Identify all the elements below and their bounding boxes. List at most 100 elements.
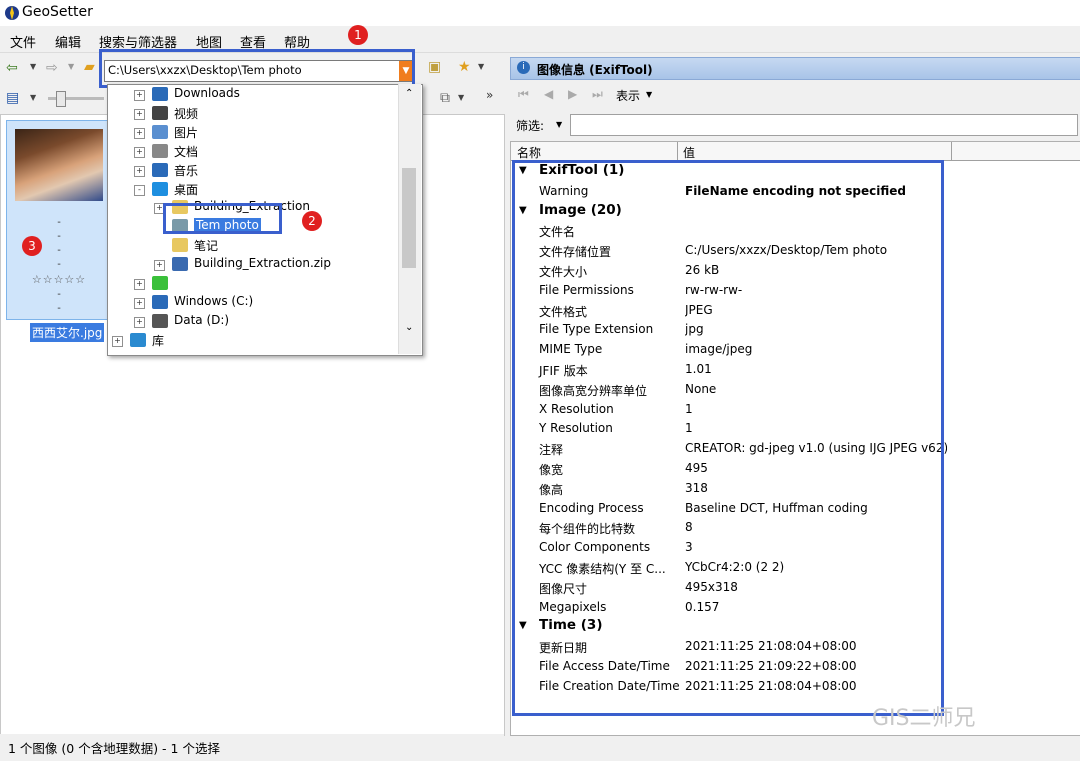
view-mode-dropdown-icon[interactable]: ▼ (30, 93, 36, 102)
thumb-info-line: - (57, 259, 61, 270)
next-record-icon[interactable]: ▶ (568, 87, 577, 101)
column-header-value[interactable]: 值 (683, 144, 695, 161)
tree-node-label: Windows (C:) (174, 293, 254, 308)
menu-edit[interactable]: 编辑 (55, 32, 81, 51)
favorite-dropdown-icon[interactable]: ▼ (478, 62, 484, 71)
tree-node-label: Data (D:) (174, 312, 230, 327)
tree-expander-icon[interactable]: + (154, 260, 165, 272)
tree-expander-icon[interactable]: + (134, 297, 145, 309)
status-text: 1 个图像 (0 个含地理数据) - 1 个选择 (8, 741, 220, 756)
tree-node[interactable]: - 桌面 (108, 180, 398, 199)
thumbnail-card[interactable]: - - - - ☆☆☆☆☆ - - (6, 120, 112, 320)
tree-node-label: 桌面 (174, 182, 199, 197)
grid-header: 名称 值 (511, 142, 1080, 161)
tree-expander-icon[interactable]: + (112, 335, 123, 347)
tree-node[interactable]: + 视频 (108, 104, 398, 123)
tree-node[interactable]: + Windows (C:) (108, 293, 398, 312)
tree-scroll-thumb[interactable] (402, 168, 416, 268)
tree-node[interactable]: + Building_Extraction.zip (108, 255, 398, 274)
menu-file[interactable]: 文件 (10, 32, 36, 51)
scroll-down-icon[interactable]: ⌄ (405, 322, 413, 333)
tree-node[interactable]: + 音乐 (108, 161, 398, 180)
folder-icon (152, 143, 168, 158)
tree-node-label: Building_Extraction.zip (194, 256, 332, 271)
more-tools-icon[interactable]: » (486, 88, 493, 102)
back-dropdown-icon[interactable]: ▼ (30, 62, 36, 71)
annotation-badge-1: 1 (348, 25, 368, 45)
thumbnail-image[interactable] (15, 129, 103, 201)
folder-icon (152, 294, 168, 309)
annotation-badge-2: 2 (302, 211, 322, 231)
tree-node[interactable]: + (108, 274, 398, 293)
tree-expander-icon[interactable]: + (134, 90, 145, 101)
watermark: GIS二师兄 (872, 706, 976, 731)
view-mode-icon[interactable]: ▤ (6, 90, 19, 106)
thumbnail-file-name[interactable]: 西西艾尔.jpg (30, 323, 105, 342)
favorite-folder-icon[interactable]: ★ (458, 59, 471, 75)
filter-input[interactable] (570, 114, 1078, 136)
tree-node[interactable]: + 库 (108, 331, 398, 350)
folder-icon (172, 238, 188, 253)
folder-icon (130, 332, 146, 347)
title-bar: GeoSetter (0, 0, 1080, 26)
window-title: GeoSetter (22, 4, 93, 20)
thumb-info-line: - (57, 289, 61, 300)
folder-icon (152, 124, 168, 139)
forward-arrow-icon[interactable]: ⇨ (46, 60, 58, 76)
tree-node[interactable]: + 文档 (108, 142, 398, 161)
rating-stars[interactable]: ☆☆☆☆☆ (7, 273, 111, 286)
tree-node-label: 图片 (174, 125, 199, 140)
tree-expander-icon[interactable]: + (134, 316, 145, 328)
app-logo-icon (5, 6, 19, 20)
filter-dropdown-icon[interactable]: ▼ (556, 120, 562, 129)
tree-node[interactable]: + 图片 (108, 123, 398, 142)
tree-node-label: 笔记 (194, 239, 219, 254)
first-record-icon[interactable]: ⏮ (518, 87, 529, 102)
status-bar: 1 个图像 (0 个含地理数据) - 1 个选择 (0, 734, 504, 761)
copy-dropdown-icon[interactable]: ▼ (458, 93, 464, 102)
tree-node[interactable]: + Data (D:) (108, 312, 398, 331)
tree-node[interactable]: + Downloads (108, 85, 398, 104)
annotation-highlight-folder (163, 203, 282, 234)
filter-label: 筛选: (516, 119, 545, 133)
folder-icon (152, 181, 168, 196)
display-dropdown-icon[interactable]: ▼ (646, 90, 652, 99)
prev-record-icon[interactable]: ◀ (544, 87, 553, 101)
folder-icon (152, 87, 168, 101)
folder-icon (152, 313, 168, 328)
tree-node[interactable]: 笔记 (108, 236, 398, 255)
info-panel-title: 图像信息 (ExifTool) (537, 63, 653, 77)
copy-icon[interactable]: ⧉ (440, 90, 450, 106)
column-header-name[interactable]: 名称 (517, 144, 541, 161)
tree-expander-icon[interactable]: + (134, 146, 145, 158)
thumb-info-line: - (57, 217, 61, 228)
folder-lock-icon[interactable]: ▣ (428, 59, 441, 75)
info-filter-row: 筛选: ▼ (510, 112, 1080, 138)
back-arrow-icon[interactable]: ⇦ (6, 60, 18, 76)
tree-node-label: 文档 (174, 144, 199, 159)
tree-node-label: Downloads (174, 86, 240, 100)
annotation-highlight-path (99, 49, 415, 88)
folder-icon (152, 162, 168, 177)
tree-node-label: 音乐 (174, 163, 199, 178)
tree-expander-icon[interactable]: + (134, 165, 145, 177)
display-menu[interactable]: 表示 (616, 87, 640, 104)
folder-up-icon[interactable]: ▰ (84, 59, 95, 75)
tree-expander-icon[interactable]: - (134, 184, 145, 196)
scroll-up-icon[interactable]: ⌃ (405, 88, 413, 99)
tree-expander-icon[interactable]: + (134, 108, 145, 120)
info-panel-header: i 图像信息 (ExifTool) (510, 57, 1080, 80)
folder-icon (152, 276, 168, 290)
tree-expander-icon[interactable]: + (134, 279, 145, 290)
folder-icon (172, 257, 188, 272)
folder-icon (152, 105, 168, 120)
tree-expander-icon[interactable]: + (134, 127, 145, 139)
tree-node-label: 视频 (174, 106, 199, 121)
tree-node-label: 库 (152, 333, 165, 348)
annotation-badge-3: 3 (22, 236, 42, 256)
forward-dropdown-icon[interactable]: ▼ (68, 62, 74, 71)
info-icon: i (517, 61, 530, 74)
info-nav-toolbar: ⏮ ◀ ▶ ⏭ 表示 ▼ (510, 84, 1080, 108)
zoom-slider-handle[interactable] (56, 91, 66, 107)
last-record-icon[interactable]: ⏭ (592, 87, 603, 102)
